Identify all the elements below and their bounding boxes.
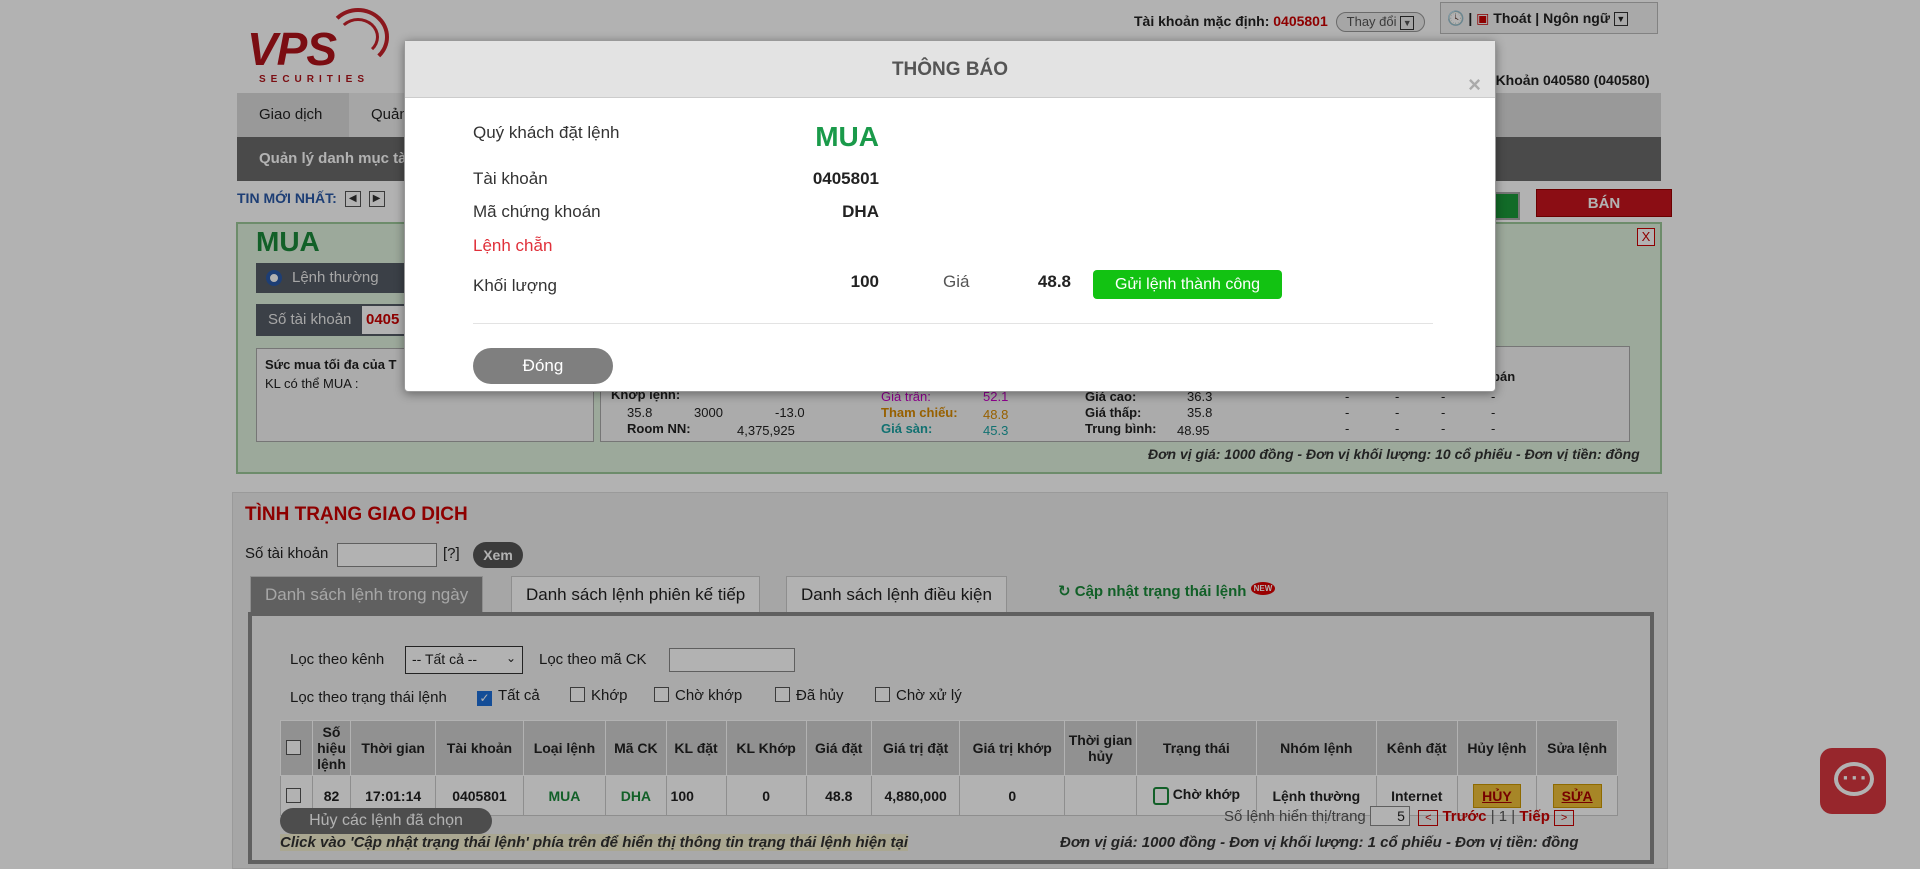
qty-value: 100 (850, 272, 879, 291)
notification-modal: THÔNG BÁO × Quý khách đặt lệnh MUA Tài k… (404, 40, 1496, 392)
code-label: Mã chứng khoán (473, 202, 601, 221)
account-label: Tài khoản (473, 169, 548, 188)
modal-divider (473, 323, 1433, 324)
lot-label: Lệnh chẵn (473, 236, 553, 255)
modal-header: THÔNG BÁO × (405, 41, 1495, 98)
order-side: MUA (815, 121, 879, 152)
close-button[interactable]: Đóng (473, 348, 613, 384)
price-value: 48.8 (1037, 272, 1071, 291)
price-label: Giá (943, 272, 970, 291)
code-value: DHA (842, 202, 879, 221)
close-icon[interactable]: × (1468, 56, 1481, 113)
success-badge: Gửi lệnh thành công (1093, 270, 1282, 299)
order-label: Quý khách đặt lệnh (473, 123, 620, 142)
modal-title: THÔNG BÁO (891, 59, 1009, 80)
qty-label: Khối lượng (473, 276, 557, 295)
account-value: 0405801 (812, 169, 879, 188)
